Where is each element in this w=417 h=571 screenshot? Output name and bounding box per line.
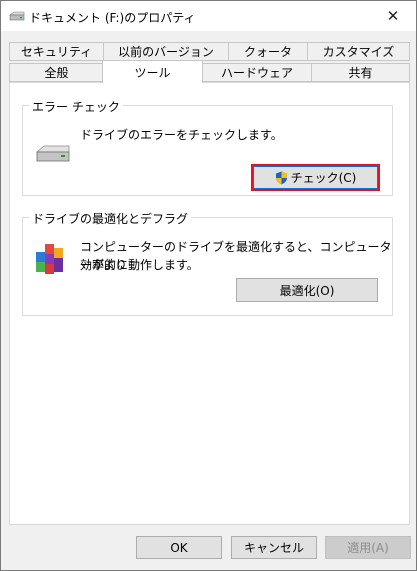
ok-button[interactable]: OK — [136, 536, 222, 559]
tab-security[interactable]: セキュリティ — [9, 42, 104, 61]
drive-icon — [35, 145, 70, 162]
properties-dialog: ドキュメント (F:)のプロパティ ✕ セキュリティ 以前のバージョン クォータ… — [0, 0, 417, 571]
tab-previous-versions[interactable]: 以前のバージョン — [103, 42, 229, 61]
check-button-label: チェック(C) — [290, 171, 357, 185]
uac-shield-icon — [275, 171, 287, 184]
defrag-icon — [36, 244, 63, 274]
error-check-group: エラー チェック ドライブのエラーをチェックします。 チェック(C) — [22, 98, 393, 196]
optimize-group-label: ドライブの最適化とデフラグ — [29, 210, 192, 227]
cancel-button[interactable]: キャンセル — [231, 536, 317, 559]
optimize-description-line2: 効率的に動作します。 — [80, 258, 199, 272]
title-bar: ドキュメント (F:)のプロパティ ✕ — [1, 1, 416, 31]
drive-title-icon — [9, 11, 25, 21]
tab-customize[interactable]: カスタマイズ — [307, 42, 410, 61]
optimize-group: ドライブの最適化とデフラグ コンピューターのドライブを最適化すると、コンピュータ… — [22, 210, 393, 316]
window-title: ドキュメント (F:)のプロパティ — [29, 11, 196, 25]
optimize-button-label: 最適化(O) — [279, 283, 335, 298]
tab-general[interactable]: 全般 — [9, 63, 104, 82]
close-icon: ✕ — [386, 7, 400, 25]
close-button[interactable]: ✕ — [370, 1, 416, 31]
tools-panel: エラー チェック ドライブのエラーをチェックします。 チェック(C) ドライブの… — [9, 82, 410, 525]
apply-button: 適用(A) — [325, 536, 411, 559]
optimize-button[interactable]: 最適化(O) — [236, 278, 378, 302]
tab-sharing[interactable]: 共有 — [311, 63, 410, 82]
tab-quota[interactable]: クォータ — [228, 42, 308, 61]
tab-tools[interactable]: ツール — [102, 60, 203, 83]
error-check-description: ドライブのエラーをチェックします。 — [80, 128, 283, 142]
error-check-group-label: エラー チェック — [29, 98, 123, 115]
check-button[interactable]: チェック(C) — [253, 166, 378, 189]
tab-hardware[interactable]: ハードウェア — [202, 63, 312, 82]
